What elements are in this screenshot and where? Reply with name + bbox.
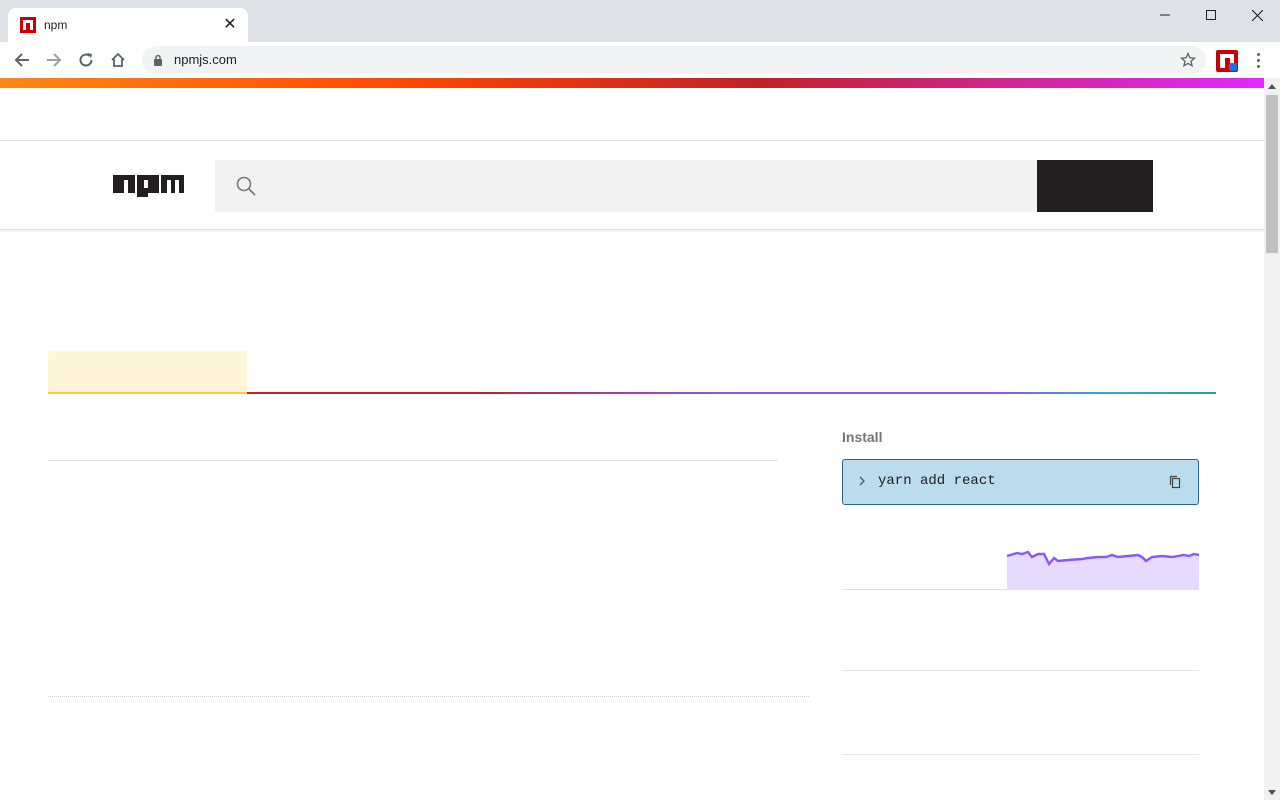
close-window-button[interactable] xyxy=(1234,0,1280,30)
page-scrollbar[interactable] xyxy=(1264,78,1280,800)
back-arrow-icon xyxy=(14,53,29,67)
weekly-downloads-sparkline xyxy=(842,550,1199,590)
maximize-button[interactable] xyxy=(1188,0,1234,30)
home-icon xyxy=(111,52,125,67)
scroll-up-arrow-icon[interactable] xyxy=(1264,78,1280,94)
reload-button[interactable] xyxy=(72,46,100,74)
tab-close-icon[interactable]: ✕ xyxy=(220,15,240,35)
package-tabs xyxy=(48,351,1216,395)
search-input[interactable] xyxy=(215,160,1037,212)
home-button[interactable] xyxy=(104,46,132,74)
extension-badge xyxy=(1229,63,1237,71)
tab-dependencies[interactable] xyxy=(247,392,479,394)
browser-toolbar: npmjs.com xyxy=(0,42,1280,78)
page-content: Install yarn add react xyxy=(0,78,1264,800)
back-button[interactable] xyxy=(8,46,36,74)
npm-favicon-icon xyxy=(20,17,36,33)
brand-gradient-bar xyxy=(0,78,1264,88)
tab-code[interactable] xyxy=(1001,392,1216,394)
browser-titlebar: npm ✕ xyxy=(0,0,1280,42)
reload-icon xyxy=(79,53,93,67)
sidebar-divider xyxy=(842,670,1199,671)
sidebar-divider xyxy=(842,754,1199,755)
scroll-down-arrow-icon[interactable] xyxy=(1264,784,1280,800)
tab-dependents[interactable] xyxy=(479,392,733,394)
tab-versions[interactable] xyxy=(733,392,1001,394)
forward-arrow-icon xyxy=(47,53,62,67)
top-nav xyxy=(0,88,1264,141)
search-icon xyxy=(236,176,256,196)
npm-logo[interactable] xyxy=(113,175,184,197)
tab-title: npm xyxy=(44,18,68,32)
url-text: npmjs.com xyxy=(174,52,237,67)
browser-tab[interactable]: npm ✕ xyxy=(8,8,248,42)
address-bar[interactable]: npmjs.com xyxy=(142,46,1206,74)
star-icon[interactable] xyxy=(1180,52,1196,68)
search-button[interactable] xyxy=(1037,160,1153,212)
site-header xyxy=(0,141,1264,230)
tab-readme[interactable] xyxy=(48,351,247,394)
divider xyxy=(48,460,778,461)
minimize-button[interactable] xyxy=(1142,0,1188,30)
lock-icon xyxy=(154,54,162,66)
install-command-box[interactable]: yarn add react xyxy=(842,459,1199,505)
scrollbar-thumb[interactable] xyxy=(1266,95,1278,253)
install-command: yarn add react xyxy=(878,473,996,489)
forward-button[interactable] xyxy=(40,46,68,74)
install-label: Install xyxy=(842,429,883,445)
browser-menu-icon[interactable] xyxy=(1248,50,1268,70)
dotted-divider xyxy=(48,696,809,697)
chevron-right-icon xyxy=(859,476,865,486)
copy-icon[interactable] xyxy=(1169,475,1181,489)
